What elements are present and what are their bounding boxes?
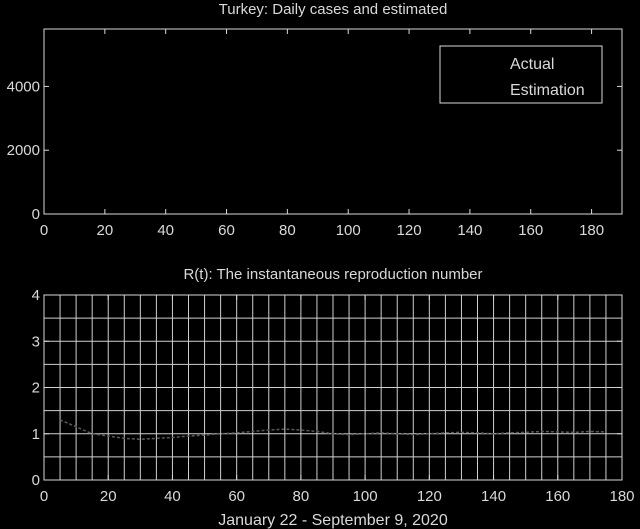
top-chart-title: Turkey: Daily cases and estimated [219, 1, 448, 18]
legend-entry-estimation: Estimation [510, 82, 585, 99]
top-xtick-label: 40 [157, 222, 174, 239]
bottom-xtick-label: 80 [293, 488, 310, 505]
bottom-xtick-label: 100 [353, 488, 378, 505]
top-ytick-label: 4000 [7, 78, 40, 95]
top-xtick-label: 0 [40, 222, 48, 239]
bottom-chart-title: R(t): The instantaneous reproduction num… [183, 266, 482, 283]
bottom-xtick-label: 20 [100, 488, 117, 505]
legend-entry-actual: Actual [510, 56, 554, 73]
bottom-ytick-label: 4 [32, 287, 40, 304]
top-xtick-label: 100 [336, 222, 361, 239]
top-xtick-label: 160 [518, 222, 543, 239]
bottom-xtick-label: 40 [164, 488, 181, 505]
top-xtick-label: 120 [397, 222, 422, 239]
top-ytick-label: 0 [32, 206, 40, 223]
bottom-xtick-label: 140 [481, 488, 506, 505]
bottom-ytick-label: 1 [32, 426, 40, 443]
chart-canvas: Turkey: Daily cases and estimated 0 20 40 6… [7, 1, 635, 529]
bottom-chart-grid [44, 295, 622, 480]
bottom-xtick-label: 60 [228, 488, 245, 505]
bottom-xtick-label: 0 [40, 488, 48, 505]
bottom-xtick-label: 160 [545, 488, 570, 505]
legend: Actual Estimation [439, 45, 603, 104]
bottom-xtick-label: 180 [609, 488, 634, 505]
bottom-xtick-label: 120 [417, 488, 442, 505]
top-ytick-label: 2000 [7, 142, 40, 159]
bottom-ytick-label: 2 [32, 380, 40, 397]
bottom-chart: R(t): The instantaneous reproduction num… [32, 266, 635, 529]
top-xtick-label: 60 [218, 222, 235, 239]
top-chart: Turkey: Daily cases and estimated 0 20 40 6… [7, 1, 623, 239]
bottom-chart-xlabel: January 22 - September 9, 2020 [218, 512, 448, 529]
top-xtick-label: 140 [457, 222, 482, 239]
bottom-ytick-label: 0 [32, 472, 40, 489]
top-xtick-label: 180 [579, 222, 604, 239]
bottom-ytick-label: 3 [32, 333, 40, 350]
top-xtick-label: 20 [96, 222, 113, 239]
top-xtick-label: 80 [279, 222, 296, 239]
